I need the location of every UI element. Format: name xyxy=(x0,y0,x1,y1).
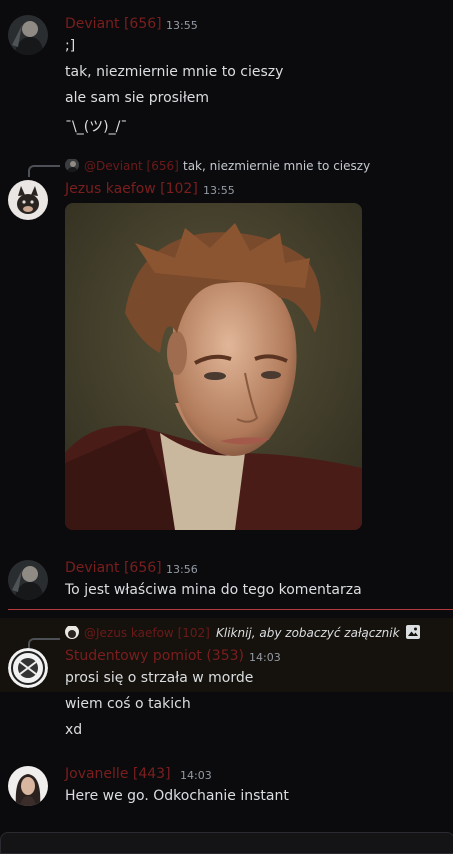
message-image-attachment[interactable] xyxy=(65,203,362,530)
message-timestamp: 13:55 xyxy=(203,184,235,197)
reply-author[interactable]: @Jezus kaefow [102] xyxy=(84,626,210,640)
avatar[interactable] xyxy=(8,15,48,55)
new-messages-divider xyxy=(8,609,453,610)
reply-avatar xyxy=(65,625,79,639)
message-text: Here we go. Odkochanie instant xyxy=(65,788,289,804)
portrait-image xyxy=(65,203,362,530)
reply-preview[interactable]: tak, niezmiernie mnie to cieszy xyxy=(183,159,370,173)
message-text: wiem coś o takich xyxy=(65,696,191,712)
message-text: To jest właściwa mina do tego komentarza xyxy=(65,582,362,598)
message-text: ;] xyxy=(65,38,76,54)
reply-preview[interactable]: Kliknij, aby zobaczyć załącznik xyxy=(216,626,400,640)
reply-author[interactable]: @Deviant [656] xyxy=(84,159,179,173)
message-author[interactable]: Jovanelle [443] xyxy=(65,766,171,782)
message-text: xd xyxy=(65,722,83,738)
message-author[interactable]: Deviant [656] xyxy=(65,560,162,576)
message-input[interactable] xyxy=(0,832,453,854)
message-text: ale sam sie prosiłem xyxy=(65,90,210,106)
avatar[interactable] xyxy=(8,766,48,806)
avatar[interactable] xyxy=(8,560,48,600)
message-text: tak, niezmiernie mnie to cieszy xyxy=(65,64,284,80)
image-icon xyxy=(405,624,421,640)
message-author[interactable]: Deviant [656] xyxy=(65,16,162,32)
message-timestamp: 13:56 xyxy=(166,563,198,576)
message-text: prosi się o strzała w morde xyxy=(65,670,254,686)
message-timestamp: 14:03 xyxy=(249,651,281,664)
reply-connector xyxy=(28,165,60,177)
avatar[interactable] xyxy=(8,180,48,220)
message-timestamp: 14:03 xyxy=(180,769,212,782)
message-text: ¯\_(ツ)_/¯ xyxy=(65,119,128,135)
message-author[interactable]: Jezus kaefow [102] xyxy=(65,181,198,197)
message-timestamp: 13:55 xyxy=(166,19,198,32)
reply-avatar xyxy=(65,158,79,172)
message-author[interactable]: Studentowy pomiot (353) xyxy=(65,648,244,664)
avatar[interactable] xyxy=(8,648,48,688)
